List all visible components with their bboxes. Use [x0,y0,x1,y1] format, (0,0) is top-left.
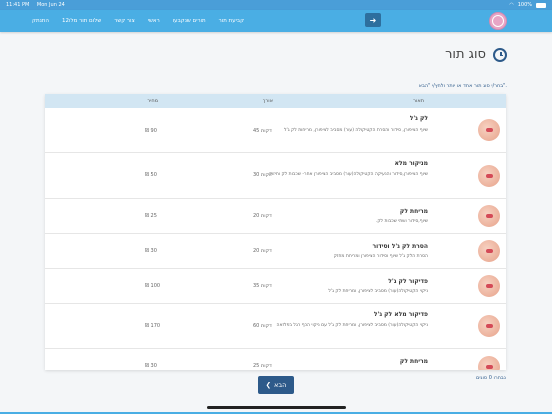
status-date: Mon Jun 24 [36,2,65,8]
home-indicator [207,406,346,409]
nav-link-home[interactable]: ראשי [148,18,160,24]
battery-percent: 100% [517,2,532,8]
service-description: הסרת הלק ג'ל שיוף וסידור הציפורן ומריחת … [333,254,428,259]
page-header: סוג תור [445,47,507,62]
nav-link-booked[interactable]: תורים שנקבעו [173,18,206,24]
table-row[interactable]: מריחת לק שיוף,סידור ושתי שכבות לק. 20 דק… [45,199,506,234]
service-description: שיוף הציפורן,סידור והנעיקה הקטיקולה(עור)… [268,172,428,177]
selected-count: נבחרו 0 סוגים [476,375,506,381]
table-row[interactable]: הסרת לק ג'ל וסידור הסרת הלק ג'ל שיוף וסי… [45,234,506,269]
appointment-types-table: תאור אורך מחיר לק ג'ל שיוף הציפורן, סידו… [45,94,506,370]
service-price: ₪ 170 [145,323,161,329]
service-name: הסרת לק ג'ל וסידור [372,243,428,250]
service-price: ₪ 90 [145,128,157,134]
table-row[interactable]: לק ג'ל שיוף הציפורן, סידור והסרת הקטיקול… [45,108,506,153]
service-name: לק ג'ל [409,115,428,122]
service-price: ₪ 25 [145,213,157,219]
nav-link-logout[interactable]: התנתק [32,18,49,24]
service-thumbnail [478,275,500,297]
service-description: ניקוי הקטיקולה(עור) מסביב לציפורן, ומריח… [328,289,428,294]
service-price: ₪ 100 [145,283,161,289]
page-title: סוג תור [445,47,486,62]
service-name: פדיקור לק ג'ל [388,278,428,285]
battery-icon [536,2,546,8]
service-price: ₪ 30 [145,363,157,369]
header-length: אורך [262,98,273,104]
service-name: מריחת לק [399,358,428,365]
table-header: תאור אורך מחיר [45,94,506,108]
service-description: שיוף הציפורן, סידור והסרת הקטיקולה (עור)… [283,128,428,133]
nav-link-contact[interactable]: צור קשר [114,18,135,24]
status-time: 11:41 PM [6,2,30,8]
instruction-text: בחר/י סוג תור אחד או יותר ולחץ/י "הבא". [418,83,507,89]
status-bar: 11:41 PM Mon Jun 24 ◠ 100% [0,0,552,10]
service-length: 30 דקות [253,172,272,178]
service-price: ₪ 50 [145,172,157,178]
next-label: הבא [274,381,287,389]
service-thumbnail [478,356,500,370]
brand-logo[interactable] [489,12,507,30]
table-row[interactable]: פדיקור לק ג'ל ניקוי הקטיקולה(עור) מסביב … [45,269,506,304]
nav-link-book[interactable]: קביעת תור [219,18,244,24]
wifi-icon: ◠ [509,2,514,8]
service-length: 60 דקות [253,323,272,329]
service-price: ₪ 30 [145,248,157,254]
service-length: 25 דקות [253,363,272,369]
nav-links: קביעת תור תורים שנקבעו ראשי צור קשר שלום… [32,10,244,32]
arrow-right-icon: ➜ [369,15,377,25]
header-description: תאור [413,98,424,104]
chevron-left-icon: ❮ [265,381,272,389]
exit-button[interactable]: ➜ [365,13,381,27]
service-thumbnail [478,164,500,187]
service-name: מריחת לק [399,208,428,215]
service-length: 45 דקות [253,128,272,134]
service-name: מניקור מלא [394,160,428,167]
table-row[interactable]: מריחת לק 25 דקות ₪ 30 [45,349,506,370]
service-length: 20 דקות [253,213,272,219]
service-description: ניקוי הקטיקולה(עור) מסביב לציפורן, ומריח… [276,323,428,328]
table-row[interactable]: מניקור מלא שיוף הציפורן,סידור והנעיקה הק… [45,153,506,199]
header-price: מחיר [147,98,158,104]
service-description: שיוף,סידור ושתי שכבות לק. [375,219,428,224]
service-length: 20 דקות [253,248,272,254]
service-length: 35 דקות [253,283,272,289]
service-name: פדיקור מלא לק ג'ל [373,311,428,318]
top-nav: ➜ קביעת תור תורים שנקבעו ראשי צור קשר של… [0,10,552,32]
service-thumbnail [478,119,500,141]
next-button[interactable]: ❮ הבא [258,376,294,394]
table-row[interactable]: פדיקור מלא לק ג'ל ניקוי הקטיקולה(עור) מס… [45,304,506,349]
service-thumbnail [478,315,500,337]
nav-link-user[interactable]: שלום תור מלו12 [62,18,101,24]
service-thumbnail [478,240,500,262]
clock-icon [493,47,507,62]
service-thumbnail [478,205,500,227]
